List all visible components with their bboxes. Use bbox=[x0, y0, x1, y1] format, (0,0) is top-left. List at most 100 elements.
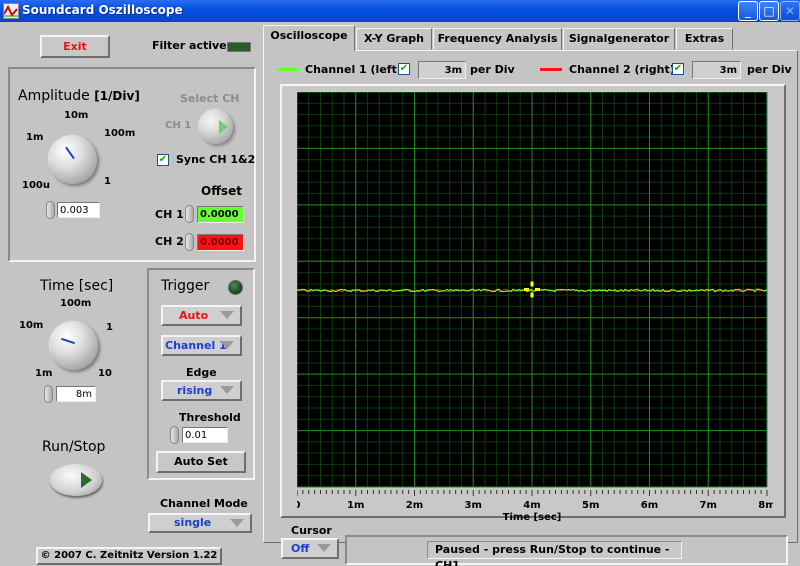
channel1-per-div-input[interactable]: 3m bbox=[418, 61, 466, 79]
cursor-value: Off bbox=[291, 542, 310, 555]
edge-label: Edge bbox=[186, 366, 217, 379]
trigger-source-value: Channel 1 bbox=[165, 339, 227, 352]
x-tick-label: 8m bbox=[758, 500, 773, 511]
channel1-label: Channel 1 (left) bbox=[305, 63, 402, 76]
x-tick-label: 7m bbox=[700, 500, 717, 511]
tab-extras[interactable]: Extras bbox=[676, 28, 733, 50]
auto-set-button[interactable]: Auto Set bbox=[156, 451, 246, 473]
copyright-label: © 2007 C. Zeitnitz Version 1.22 bbox=[36, 547, 222, 565]
trigger-mode-value: Auto bbox=[179, 309, 209, 322]
sync-checkbox[interactable]: ✔ bbox=[157, 154, 169, 166]
trigger-source-select[interactable]: Channel 1 bbox=[161, 335, 242, 356]
offset-ch2-label: CH 2 bbox=[155, 235, 184, 248]
tab-oscilloscope[interactable]: Oscilloscope bbox=[263, 25, 355, 51]
chevron-down-icon bbox=[220, 311, 234, 319]
channel1-checkbox[interactable]: ✔ bbox=[398, 63, 410, 75]
chevron-down-icon bbox=[220, 386, 234, 394]
channel2-legend-line bbox=[540, 68, 562, 71]
play-icon bbox=[81, 472, 92, 488]
trigger-title: Trigger bbox=[161, 278, 210, 294]
x-axis-label: Time [sec] bbox=[503, 512, 562, 523]
chevron-down-icon bbox=[317, 544, 331, 552]
channel1-per-div-label: per Div bbox=[470, 63, 515, 76]
play-icon bbox=[219, 120, 228, 134]
x-tick-label: 2m bbox=[406, 500, 423, 511]
channel2-label: Channel 2 (right) bbox=[569, 63, 675, 76]
minimize-button[interactable]: _ bbox=[738, 1, 758, 21]
amp-scale-100m: 100m bbox=[104, 128, 136, 139]
offset-ch1-input[interactable]: 0.0000 bbox=[197, 206, 244, 223]
channel-mode-select[interactable]: single bbox=[148, 513, 252, 533]
time-scale-100m: 100m bbox=[60, 298, 92, 309]
amplitude-spinner[interactable] bbox=[46, 201, 55, 219]
edge-select[interactable]: rising bbox=[161, 380, 242, 401]
amp-scale-10m: 10m bbox=[64, 110, 89, 121]
time-scale-10: 10 bbox=[98, 368, 112, 379]
exit-button[interactable]: Exit bbox=[40, 35, 110, 58]
client-area: Exit Filter active Amplitude [1/Div] 10m… bbox=[0, 22, 800, 566]
time-scale-10m: 10m bbox=[19, 320, 44, 331]
amplitude-value-input[interactable]: 0.003 bbox=[57, 202, 100, 218]
threshold-input[interactable]: 0.01 bbox=[182, 427, 228, 443]
cursor-mark bbox=[524, 288, 529, 291]
offset-ch2-spinner[interactable] bbox=[185, 233, 194, 251]
title-bar: Soundcard Oszilloscope _ □ ✕ bbox=[0, 0, 800, 22]
x-tick-label: 5m bbox=[582, 500, 599, 511]
time-scale-1: 1 bbox=[106, 322, 113, 333]
time-knob-pointer bbox=[61, 337, 75, 345]
tab-signalgenerator[interactable]: Signalgenerator bbox=[563, 28, 675, 50]
time-spinner[interactable] bbox=[44, 385, 53, 403]
edge-value: rising bbox=[177, 384, 213, 397]
time-scale-1m: 1m bbox=[35, 368, 53, 379]
time-title: Time [sec] bbox=[40, 278, 114, 294]
filter-active-label: Filter active bbox=[152, 39, 227, 52]
x-tick-label: 6m bbox=[641, 500, 658, 511]
amplitude-title: Amplitude [1/Div] bbox=[18, 88, 140, 104]
offset-ch2-input[interactable]: 0.0000 bbox=[197, 234, 244, 251]
cursor-mark bbox=[535, 288, 540, 291]
run-stop-button[interactable] bbox=[50, 464, 102, 496]
amp-scale-1: 1 bbox=[104, 176, 111, 187]
cursor-label: Cursor bbox=[291, 524, 332, 537]
run-stop-label: Run/Stop bbox=[42, 439, 106, 455]
offset-ch1-label: CH 1 bbox=[155, 208, 184, 221]
cursor-mark bbox=[530, 281, 534, 287]
trigger-led bbox=[228, 280, 243, 295]
close-button[interactable]: ✕ bbox=[780, 1, 800, 21]
x-tick-label: 3m bbox=[465, 500, 482, 511]
channel2-per-div-input[interactable]: 3m bbox=[692, 61, 741, 79]
threshold-label: Threshold bbox=[179, 411, 241, 424]
threshold-spinner[interactable] bbox=[170, 426, 179, 444]
oscilloscope-plot[interactable]: 0 1m 2m 3m 4m 5m 6m 7m 8m Time [sec] bbox=[297, 92, 773, 534]
cursor-mark bbox=[530, 292, 534, 298]
app-icon bbox=[3, 3, 19, 19]
x-tick-label: 1m bbox=[347, 500, 364, 511]
time-knob[interactable] bbox=[50, 322, 98, 370]
cursor-select[interactable]: Off bbox=[281, 538, 339, 559]
tab-frequency-analysis[interactable]: Frequency Analysis bbox=[433, 28, 562, 50]
time-value-input[interactable]: 8m bbox=[56, 386, 96, 402]
x-axis: 0 1m 2m 3m 4m 5m 6m 7m 8m Time [sec] bbox=[297, 490, 773, 523]
amplitude-knob-pointer bbox=[65, 146, 75, 160]
status-bar: Paused - press Run/Stop to continue - CH… bbox=[345, 535, 788, 566]
window-title: Soundcard Oszilloscope bbox=[22, 3, 183, 17]
channel2-per-div-label: per Div bbox=[747, 63, 792, 76]
chevron-down-icon bbox=[230, 519, 244, 527]
x-tick-label: 0 bbox=[297, 500, 301, 511]
offset-ch1-spinner[interactable] bbox=[185, 205, 194, 223]
maximize-button[interactable]: □ bbox=[759, 1, 779, 21]
amplitude-knob[interactable] bbox=[49, 136, 97, 184]
trigger-mode-select[interactable]: Auto bbox=[161, 305, 242, 326]
x-tick-label: 4m bbox=[523, 500, 540, 511]
channel2-checkbox[interactable]: ✔ bbox=[672, 63, 684, 75]
select-ch-label: CH 1 bbox=[165, 120, 192, 131]
select-ch-title: Select CH bbox=[180, 92, 240, 105]
amp-scale-100u: 100u bbox=[22, 180, 50, 191]
channel-mode-value: single bbox=[174, 516, 212, 529]
select-ch-button[interactable] bbox=[199, 110, 233, 144]
filter-active-led bbox=[227, 42, 251, 52]
channel-mode-label: Channel Mode bbox=[160, 497, 248, 510]
tab-xy-graph[interactable]: X-Y Graph bbox=[356, 28, 432, 50]
offset-title: Offset bbox=[201, 184, 242, 198]
status-text: Paused - press Run/Stop to continue - CH… bbox=[427, 541, 682, 566]
